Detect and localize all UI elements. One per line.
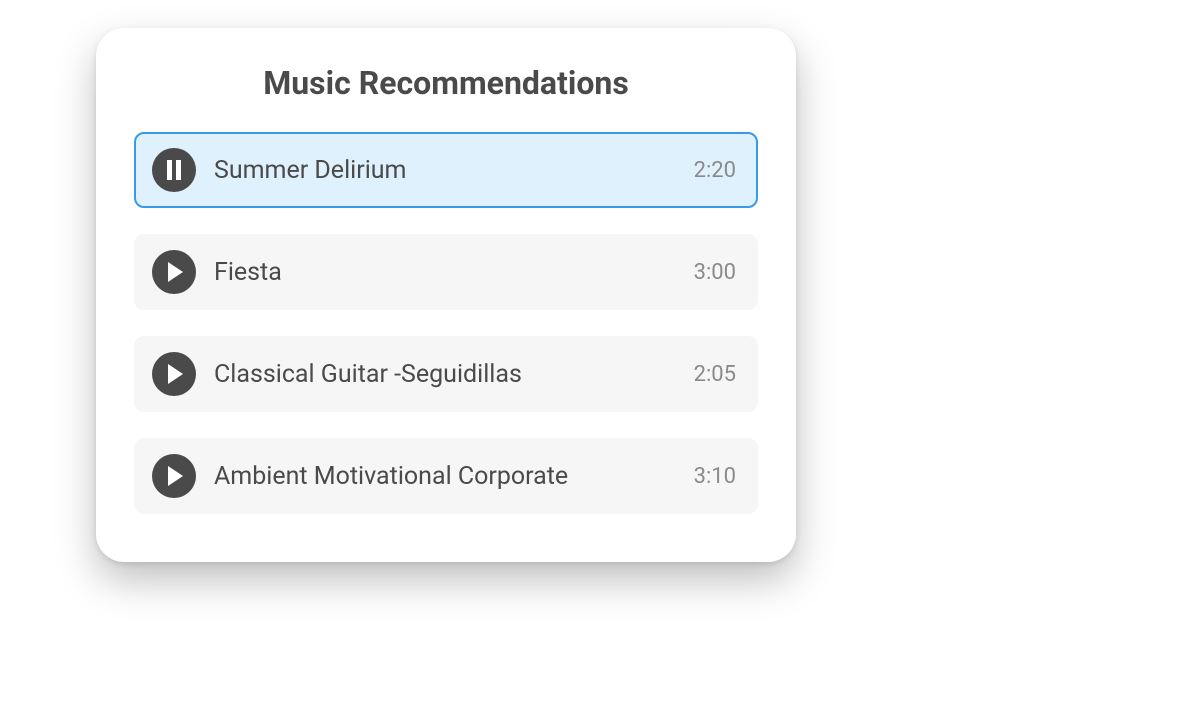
pause-button[interactable]: [152, 148, 196, 192]
play-button[interactable]: [152, 352, 196, 396]
track-row[interactable]: Ambient Motivational Corporate 3:10: [134, 438, 758, 514]
track-title: Summer Delirium: [214, 156, 682, 185]
track-row[interactable]: Summer Delirium 2:20: [134, 132, 758, 208]
track-row[interactable]: Fiesta 3:00: [134, 234, 758, 310]
track-duration: 3:00: [694, 260, 736, 285]
play-icon: [165, 466, 183, 486]
track-title: Fiesta: [214, 258, 682, 287]
play-button[interactable]: [152, 454, 196, 498]
track-duration: 3:10: [694, 464, 736, 489]
track-duration: 2:20: [694, 158, 736, 183]
track-title: Classical Guitar -Seguidillas: [214, 360, 682, 389]
track-list: Summer Delirium 2:20 Fiesta 3:00: [134, 132, 758, 514]
play-icon: [165, 262, 183, 282]
track-row[interactable]: Classical Guitar -Seguidillas 2:05: [134, 336, 758, 412]
music-recommendations-card: Music Recommendations Summer Delirium 2:…: [96, 28, 796, 562]
play-icon: [165, 364, 183, 384]
track-title: Ambient Motivational Corporate: [214, 462, 682, 491]
play-button[interactable]: [152, 250, 196, 294]
pause-icon: [165, 160, 183, 180]
track-duration: 2:05: [694, 362, 736, 387]
card-title: Music Recommendations: [134, 64, 758, 102]
